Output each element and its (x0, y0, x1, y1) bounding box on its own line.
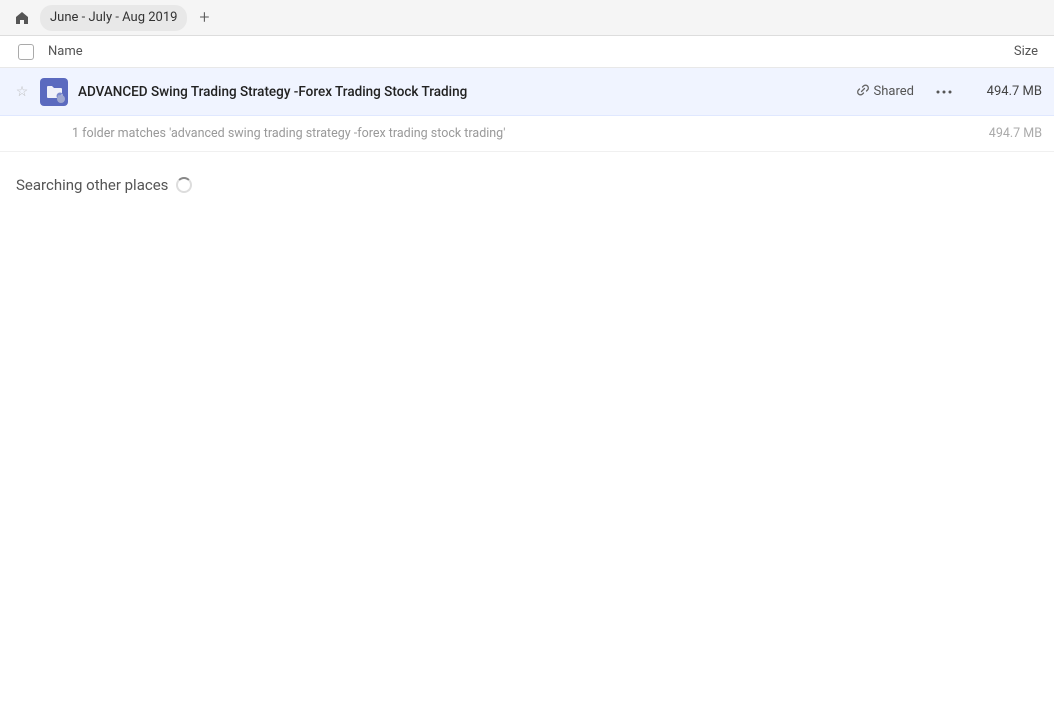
loading-spinner (176, 177, 192, 193)
file-row[interactable]: ☆ ADVANCED Swing Trading Strategy -Forex… (0, 68, 1054, 116)
folder-icon (40, 78, 68, 106)
searching-section: Searching other places (0, 152, 1054, 202)
summary-size: 494.7 MB (966, 126, 1046, 141)
header-bar: June - July - Aug 2019 + (0, 0, 1054, 36)
file-name: ADVANCED Swing Trading Strategy -Forex T… (72, 84, 856, 100)
home-button[interactable] (8, 4, 36, 32)
column-name-header: Name (44, 44, 946, 59)
breadcrumb-pill[interactable]: June - July - Aug 2019 (40, 5, 187, 31)
searching-label: Searching other places (16, 176, 168, 194)
star-button[interactable]: ☆ (8, 84, 36, 100)
column-headers: Name Size (0, 36, 1054, 68)
shared-label: Shared (874, 84, 914, 99)
more-options-button[interactable] (930, 78, 958, 106)
add-tab-button[interactable]: + (191, 5, 217, 31)
summary-text: 1 folder matches 'advanced swing trading… (72, 126, 966, 141)
summary-row: 1 folder matches 'advanced swing trading… (0, 116, 1054, 152)
file-size: 494.7 MB (966, 84, 1046, 99)
breadcrumb-label: June - July - Aug 2019 (50, 10, 177, 25)
select-all-checkbox[interactable] (18, 44, 34, 60)
column-size-header: Size (946, 44, 1046, 59)
shared-badge: Shared (856, 83, 914, 101)
file-icon-col (36, 78, 72, 106)
header-checkbox-col (8, 44, 44, 60)
link-icon (856, 83, 870, 101)
